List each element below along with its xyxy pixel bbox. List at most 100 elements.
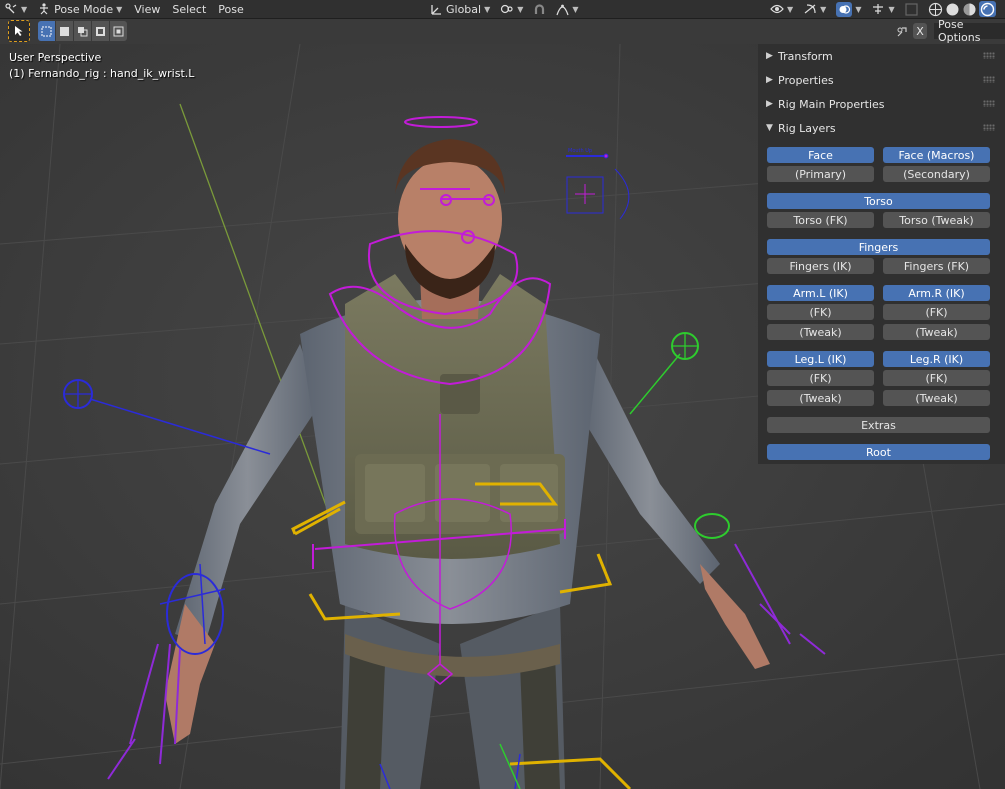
layer-torso-fk-button[interactable]: Torso (FK) (767, 212, 874, 228)
select-invert-icon[interactable] (92, 21, 110, 41)
select-extend-icon[interactable] (56, 21, 74, 41)
drag-grip-icon[interactable] (983, 76, 995, 83)
layer-leg-l-tweak-button[interactable]: (Tweak) (767, 390, 874, 406)
shading-mode-group (928, 1, 996, 17)
layer-face-button[interactable]: Face (767, 147, 874, 163)
layer-arm-r-fk-button[interactable]: (FK) (883, 304, 990, 320)
armature-editor-icon (4, 3, 18, 15)
layer-torso-button[interactable]: Torso (767, 193, 990, 209)
panel-rig-layers[interactable]: ▼ Rig Layers (758, 116, 1005, 140)
eye-icon (770, 3, 784, 15)
magnet-icon (533, 3, 546, 16)
layer-leg-r-ik-button[interactable]: Leg.R (IK) (883, 351, 990, 367)
menu-select[interactable]: Select (166, 3, 212, 16)
active-object-label: (1) Fernando_rig : hand_ik_wrist.L (9, 67, 195, 80)
solid-shading-icon[interactable] (945, 1, 960, 17)
svg-text:Mouth Up: Mouth Up (568, 148, 592, 154)
menu-pose[interactable]: Pose (212, 3, 249, 16)
layer-arm-l-tweak-button[interactable]: (Tweak) (767, 324, 874, 340)
drag-grip-icon[interactable] (983, 100, 995, 107)
overlays-icon (836, 1, 853, 17)
mode-selector[interactable]: Pose Mode ▼ (33, 1, 126, 17)
chevron-down-icon: ▼ (484, 4, 491, 14)
panel-label: Properties (778, 73, 834, 87)
menu-view[interactable]: View (128, 3, 166, 16)
layer-fingers-button[interactable]: Fingers (767, 239, 990, 255)
xray-toggle[interactable] (901, 1, 922, 17)
options-gear-icon[interactable] (895, 25, 909, 39)
layer-arm-l-fk-button[interactable]: (FK) (767, 304, 874, 320)
select-subtract-icon[interactable] (74, 21, 92, 41)
select-new-icon[interactable] (38, 21, 56, 41)
chevron-down-icon: ▼ (572, 4, 579, 14)
layer-face-primary-button[interactable]: (Primary) (767, 166, 874, 182)
chevron-down-icon: ▼ (820, 4, 827, 14)
wireframe-shading-icon[interactable] (928, 1, 943, 17)
layer-leg-l-fk-button[interactable]: (FK) (767, 370, 874, 386)
chevron-right-icon: ▶ (766, 75, 773, 85)
proportional-editing-icon (556, 3, 569, 16)
layer-leg-r-fk-button[interactable]: (FK) (883, 370, 990, 386)
gizmo-icon (803, 3, 817, 15)
layer-fingers-ik-button[interactable]: Fingers (IK) (767, 258, 874, 274)
overlays-toggle[interactable]: ▼ (832, 1, 865, 17)
chevron-right-icon: ▶ (766, 99, 773, 109)
layer-torso-tweak-button[interactable]: Torso (Tweak) (883, 212, 990, 228)
layer-arm-r-ik-button[interactable]: Arm.R (IK) (883, 285, 990, 301)
layer-face-secondary-button[interactable]: (Secondary) (883, 166, 990, 182)
chevron-down-icon: ▼ (21, 4, 28, 14)
chevron-down-icon: ▼ (855, 4, 862, 14)
visibility-selector[interactable]: ▼ (766, 1, 797, 17)
sidebar-panel: ▶ Transform ▶ Properties ▶ Rig Main Prop… (758, 44, 1005, 464)
gizmo-toggle[interactable]: ▼ (799, 1, 830, 17)
layer-leg-l-ik-button[interactable]: Leg.L (IK) (767, 351, 874, 367)
chevron-down-icon: ▼ (888, 4, 895, 14)
chevron-down-icon: ▼ (766, 123, 773, 133)
layer-extras-button[interactable]: Extras (767, 417, 990, 433)
panel-transform[interactable]: ▶ Transform (758, 44, 1005, 68)
pose-options-button[interactable]: Pose Options (934, 18, 1005, 44)
tool-settings-row (0, 19, 1005, 43)
pose-mode-icon (37, 3, 51, 15)
panel-label: Rig Layers (778, 121, 836, 135)
mirror-x-toggle[interactable]: X (913, 23, 927, 39)
rendered-shading-icon[interactable] (978, 1, 996, 17)
active-tool-button[interactable] (8, 20, 30, 42)
chevron-down-icon: ▼ (116, 4, 123, 14)
bone-overlay-toggle[interactable]: ▼ (867, 1, 898, 17)
panel-label: Transform (778, 49, 833, 63)
perspective-label: User Perspective (9, 51, 102, 64)
proportional-editing-selector[interactable]: ▼ (552, 1, 582, 17)
panel-properties[interactable]: ▶ Properties (758, 68, 1005, 92)
select-intersect-icon[interactable] (110, 21, 127, 41)
pivot-point-selector[interactable]: ▼ (496, 1, 527, 17)
panel-rig-main-properties[interactable]: ▶ Rig Main Properties (758, 92, 1005, 116)
pose-options-label: Pose Options (938, 18, 981, 44)
panel-label: Rig Main Properties (778, 97, 885, 111)
layer-arm-l-ik-button[interactable]: Arm.L (IK) (767, 285, 874, 301)
chevron-down-icon: ▼ (517, 4, 524, 14)
transform-orientation-selector[interactable]: Global ▼ (426, 1, 494, 17)
material-shading-icon[interactable] (962, 1, 977, 17)
viewport-header: ▼ Pose Mode ▼ View Select Pose Global ▼ … (0, 0, 1005, 19)
layer-root-button[interactable]: Root (767, 444, 990, 460)
editor-type-button[interactable]: ▼ (0, 1, 31, 17)
orientation-label: Global (446, 2, 482, 16)
xray-icon (905, 2, 918, 16)
axis-orientation-icon (430, 3, 443, 16)
snap-toggle[interactable] (529, 1, 550, 17)
drag-grip-icon[interactable] (983, 52, 995, 59)
pivot-icon (500, 3, 514, 15)
selection-mode-group (38, 21, 127, 41)
cursor-arrow-icon (14, 25, 24, 37)
bone-overlay-icon (871, 3, 885, 15)
layer-leg-r-tweak-button[interactable]: (Tweak) (883, 390, 990, 406)
mode-label: Pose Mode (54, 2, 114, 16)
mirror-x-label: X (916, 24, 924, 38)
layer-fingers-fk-button[interactable]: Fingers (FK) (883, 258, 990, 274)
layer-arm-r-tweak-button[interactable]: (Tweak) (883, 324, 990, 340)
drag-grip-icon[interactable] (983, 124, 995, 131)
chevron-down-icon: ▼ (787, 4, 794, 14)
chevron-right-icon: ▶ (766, 51, 773, 61)
layer-face-macros-button[interactable]: Face (Macros) (883, 147, 990, 163)
